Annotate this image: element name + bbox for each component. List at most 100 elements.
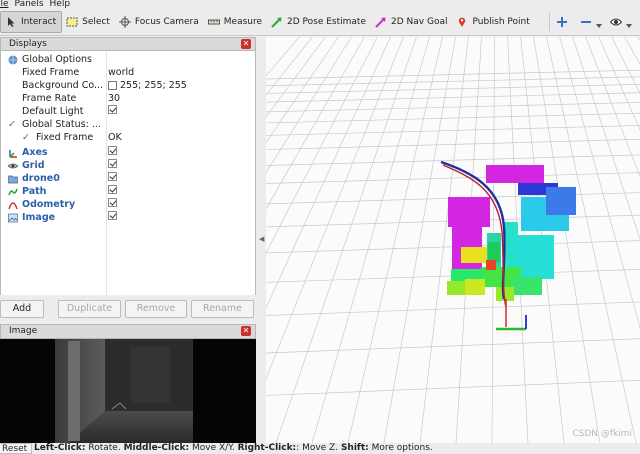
select-tool[interactable]: Select [62, 11, 115, 33]
frame-rate-value[interactable]: 30 [108, 92, 120, 105]
render-viewport[interactable]: CSDN @fkimi [266, 37, 640, 443]
focus-camera-tool[interactable]: Focus Camera [115, 11, 204, 33]
close-icon[interactable]: ✕ [241, 326, 251, 336]
nav-goal-label: 2D Nav Goal [391, 17, 448, 27]
add-button[interactable]: Add [0, 300, 44, 318]
pose-estimate-tool[interactable]: 2D Pose Estimate [267, 11, 371, 33]
measure-tool[interactable]: Measure [204, 11, 267, 33]
background-color-value: 255; 255; 255 [120, 80, 187, 91]
grid-line [266, 172, 640, 184]
displays-panel-title: Displays ✕ [0, 37, 256, 51]
rename-button[interactable]: Rename [191, 300, 254, 318]
fixed-frame-status-value: OK [108, 132, 122, 143]
close-icon[interactable]: ✕ [241, 39, 251, 49]
grid-and-map [266, 37, 640, 443]
publish-point-label: Publish Point [472, 17, 530, 27]
tree-row-path[interactable]: Path [1, 185, 255, 198]
tree-row-axes[interactable]: Axes [1, 146, 255, 159]
grid-line [266, 37, 378, 254]
watermark: CSDN @fkimi [572, 429, 632, 439]
magenta-arrow-icon [375, 17, 386, 28]
color-swatch[interactable] [108, 81, 117, 90]
collapse-left-icon[interactable]: ◀ [259, 235, 264, 243]
reset-button[interactable]: Reset [0, 443, 33, 454]
focus-camera-label: Focus Camera [134, 17, 199, 27]
grid-line [266, 37, 313, 96]
default-light-checkbox[interactable] [108, 105, 117, 114]
map-voxel [512, 277, 542, 295]
grid-line [266, 37, 365, 210]
panel-splitter[interactable]: ◀ [256, 37, 266, 443]
displays-tree: Global Options Fixed Frame world Backgro… [0, 51, 256, 295]
map-voxel [448, 197, 490, 227]
background-color-value-cell[interactable]: 255; 255; 255 [108, 79, 187, 92]
fixed-frame-value[interactable]: world [108, 66, 134, 79]
tree-row-drone0[interactable]: drone0 [1, 172, 255, 185]
grid-checkbox[interactable] [108, 159, 117, 168]
tree-row-image[interactable]: Image [1, 211, 255, 224]
map-voxel [461, 247, 487, 263]
menu-help[interactable]: Help [50, 0, 79, 9]
publish-point-tool[interactable]: Publish Point [452, 11, 534, 33]
eye-icon [609, 18, 622, 26]
tree-row-frame-rate[interactable]: Frame Rate 30 [1, 92, 255, 105]
camera-image-view [0, 339, 256, 443]
move-camera-tool[interactable] [552, 11, 576, 33]
global-options-label: Global Options [22, 54, 92, 65]
interact-tool[interactable]: Interact [0, 11, 63, 33]
odometry-checkbox[interactable] [108, 198, 117, 207]
menu-bar: ile Panels Help [0, 0, 640, 9]
grid-line [347, 37, 443, 443]
tree-row-default-light[interactable]: Default Light [1, 105, 255, 118]
measure-label: Measure [223, 17, 263, 27]
toolbar: Interact Select Focus Camera Measure 2D … [0, 9, 640, 36]
drone0-checkbox[interactable] [108, 172, 117, 181]
grid-line [266, 379, 640, 396]
status-bar: Reset Left-Click: Rotate. Middle-Click: … [0, 443, 640, 454]
nav-goal-tool[interactable]: 2D Nav Goal [371, 11, 452, 33]
map-voxel [488, 242, 500, 262]
grid-line [266, 37, 352, 174]
image-checkbox[interactable] [108, 211, 117, 220]
tree-row-odometry[interactable]: Odometry [1, 198, 255, 211]
chevron-down-icon [595, 24, 602, 28]
axes-checkbox[interactable] [108, 146, 117, 155]
drone0-label: drone0 [22, 173, 60, 184]
grid-line [266, 112, 640, 124]
toolbar-separator [548, 13, 550, 31]
map-pin-icon [459, 17, 466, 27]
map-voxel [465, 279, 485, 295]
tree-row-fixed-frame-status[interactable]: ✓ Fixed Frame OK [1, 131, 255, 144]
image-panel-title: Image ✕ [0, 324, 256, 339]
remove-button[interactable]: Remove [125, 300, 187, 318]
grid-line [266, 76, 640, 87]
grid-icon [8, 163, 18, 169]
globe-icon [8, 55, 18, 65]
grid-line [266, 37, 300, 77]
select-label: Select [82, 17, 110, 27]
default-light-label: Default Light [22, 106, 84, 117]
menu-panels[interactable]: Panels [15, 0, 52, 9]
global-status-label: Global Status: ... [22, 119, 101, 130]
tree-row-global-status[interactable]: ✓ Global Status: ... [1, 118, 255, 131]
grid-label: Grid [22, 160, 45, 171]
green-arrow-icon [271, 17, 282, 28]
fixed-frame-status-label: Fixed Frame [36, 132, 94, 143]
grid-line [599, 37, 640, 443]
tree-row-fixed-frame[interactable]: Fixed Frame world [1, 66, 255, 79]
tree-row-background-color[interactable]: Background Co... 255; 255; 255 [1, 79, 255, 92]
plus-icon [556, 17, 567, 27]
grid-line [266, 92, 640, 103]
view-options-button[interactable] [606, 11, 636, 33]
pose-estimate-label: 2D Pose Estimate [287, 17, 367, 27]
tree-row-grid[interactable]: Grid [1, 159, 255, 172]
tree-row-global-options[interactable]: Global Options [1, 53, 255, 66]
duplicate-button[interactable]: Duplicate [58, 300, 121, 318]
status-ok-icon: ✓ [8, 119, 16, 130]
axes-label: Axes [22, 147, 48, 158]
grid-line [618, 37, 640, 443]
minus-icon [580, 21, 591, 23]
path-checkbox[interactable] [108, 185, 117, 194]
ruler-icon [207, 19, 220, 25]
remove-tool-button[interactable] [576, 11, 606, 33]
